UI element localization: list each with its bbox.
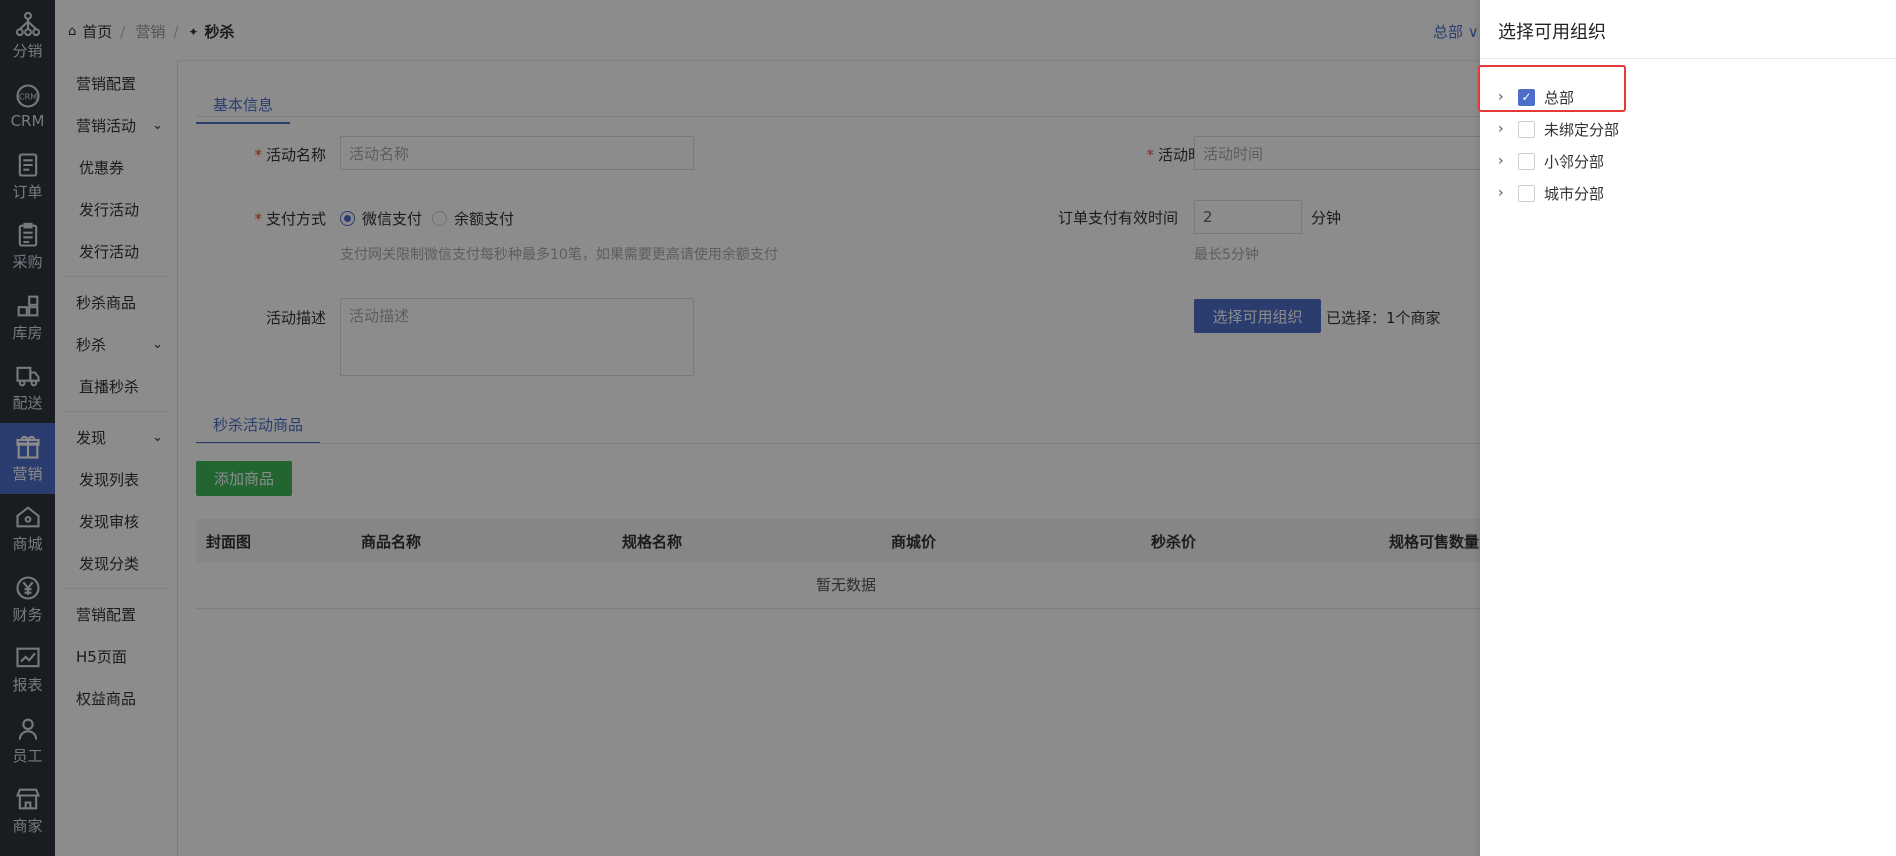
tree-node-unbound[interactable]: › 未绑定分部 — [1498, 118, 1619, 140]
tree-node-city[interactable]: › 城市分部 — [1498, 182, 1604, 204]
drawer-title: 选择可用组织 — [1498, 22, 1606, 43]
tree-node-label: 城市分部 — [1544, 184, 1605, 203]
tree-node-xiaolin[interactable]: › 小邻分部 — [1498, 150, 1604, 172]
drawer-mask[interactable] — [0, 0, 1480, 856]
chevron-right-icon[interactable]: › — [1498, 153, 1514, 169]
annotation-highlight-box — [1478, 65, 1626, 112]
chevron-right-icon[interactable]: › — [1498, 121, 1514, 137]
org-select-drawer: 选择可用组织 › ✓ 总部 › 未绑定分部 › 小邻分部 › 城市分部 — [1480, 0, 1896, 856]
chevron-right-icon[interactable]: › — [1498, 185, 1514, 201]
tree-node-label: 未绑定分部 — [1544, 120, 1620, 139]
drawer-divider — [1480, 58, 1896, 59]
checkbox-icon[interactable] — [1518, 152, 1535, 170]
tree-node-label: 小邻分部 — [1544, 152, 1605, 171]
checkbox-icon[interactable] — [1518, 120, 1535, 138]
checkbox-icon[interactable] — [1518, 184, 1535, 202]
